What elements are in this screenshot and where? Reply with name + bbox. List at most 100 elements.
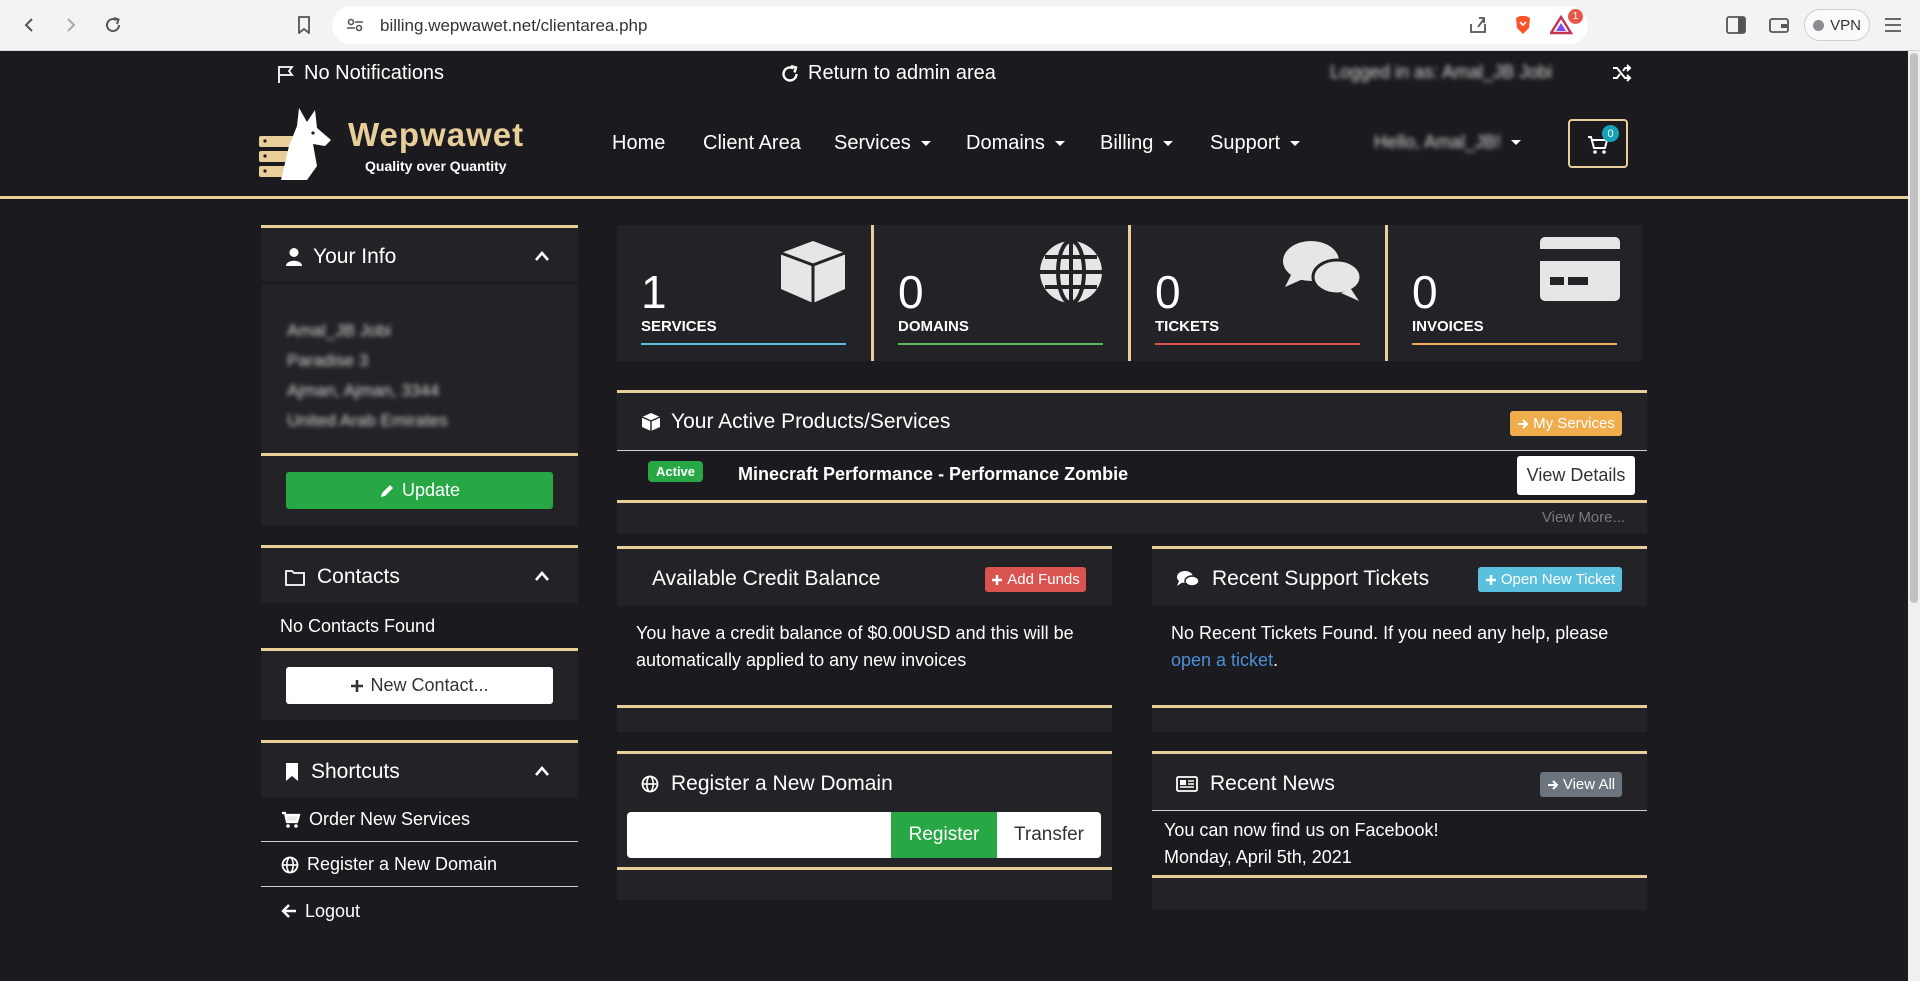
vpn-button[interactable]: VPN xyxy=(1804,9,1870,41)
notifications-label: No Notifications xyxy=(304,62,445,84)
newspaper-icon xyxy=(1176,776,1198,792)
contacts-footer: New Contact... xyxy=(261,651,578,720)
shuffle-icon[interactable] xyxy=(1612,64,1632,82)
wallet-icon[interactable] xyxy=(1767,13,1791,37)
stat-underline xyxy=(1155,343,1360,345)
your-info-title: Your Info xyxy=(313,245,397,268)
site-settings-icon[interactable] xyxy=(346,16,364,34)
credit-card-icon xyxy=(1540,237,1620,301)
transfer-button[interactable]: Transfer xyxy=(997,812,1101,858)
your-info-address: Amal_JB Jobi Paradise 3 Ajman, Ajman, 33… xyxy=(287,316,448,436)
support-tickets-body: No Recent Tickets Found. If you need any… xyxy=(1152,606,1647,705)
credit-balance-panel: Available Credit Balance Add Funds xyxy=(617,546,1112,606)
notifications-link[interactable]: No Notifications xyxy=(276,62,444,85)
open-new-ticket-label: Open New Ticket xyxy=(1500,571,1616,588)
stat-value: 0 xyxy=(1412,266,1438,318)
nav-user-label: Hello, Amal_JB! xyxy=(1374,132,1502,152)
product-row[interactable]: Active Minecraft Performance - Performan… xyxy=(617,450,1647,500)
return-admin-label: Return to admin area xyxy=(808,62,996,84)
nav-domains-label: Domains xyxy=(966,132,1045,154)
register-domain-panel: Register a New Domain Register Transfer xyxy=(617,751,1112,900)
shortcuts-panel: Shortcuts xyxy=(261,740,578,798)
reload-icon[interactable] xyxy=(101,13,125,37)
open-new-ticket-button[interactable]: Open New Ticket xyxy=(1478,567,1622,592)
logo[interactable] xyxy=(259,106,339,182)
cart-count-badge: 0 xyxy=(1602,125,1619,142)
new-contact-button[interactable]: New Contact... xyxy=(286,667,553,704)
vpn-status-icon xyxy=(1813,19,1825,31)
arrow-right-icon xyxy=(1547,779,1559,790)
nav-client-area[interactable]: Client Area xyxy=(703,132,801,155)
view-all-button[interactable]: View All xyxy=(1540,772,1622,797)
contacts-header[interactable]: Contacts xyxy=(285,565,400,589)
forward-icon[interactable] xyxy=(58,13,82,37)
cart-button[interactable]: 0 xyxy=(1568,119,1628,168)
stat-invoices[interactable]: 0 INVOICES xyxy=(1388,225,1642,361)
back-icon[interactable] xyxy=(18,13,42,37)
chevron-up-icon[interactable] xyxy=(534,570,550,582)
update-label: Update xyxy=(401,480,461,500)
vpn-label: VPN xyxy=(1830,16,1861,34)
nav-billing[interactable]: Billing xyxy=(1100,132,1174,155)
news-item[interactable]: You can now find us on Facebook! Monday,… xyxy=(1152,810,1647,875)
nav-home-label: Home xyxy=(612,132,666,154)
shortcut-label: Order New Services xyxy=(309,809,471,829)
chevron-up-icon[interactable] xyxy=(534,250,550,262)
domain-search-input[interactable] xyxy=(627,812,891,858)
add-funds-button[interactable]: Add Funds xyxy=(985,567,1086,592)
stat-services[interactable]: 1 SERVICES xyxy=(617,225,871,361)
shortcuts-header[interactable]: Shortcuts xyxy=(285,760,400,784)
shortcut-order-services[interactable]: Order New Services xyxy=(261,798,578,842)
globe-icon xyxy=(641,775,659,793)
address-bar[interactable]: billing.wepwawet.net/clientarea.php 1 xyxy=(332,6,1588,44)
my-services-label: My Services xyxy=(1533,415,1615,432)
arrow-left-icon xyxy=(281,904,296,918)
active-products-panel: Your Active Products/Services My Service… xyxy=(617,390,1647,450)
nav-support[interactable]: Support xyxy=(1210,132,1301,155)
active-products-title: Your Active Products/Services xyxy=(671,410,951,433)
plus-icon xyxy=(992,574,1003,585)
add-funds-label: Add Funds xyxy=(1007,571,1080,588)
nav-services-label: Services xyxy=(834,132,911,154)
nav-services[interactable]: Services xyxy=(834,132,931,155)
register-button[interactable]: Register xyxy=(891,812,997,858)
stat-domains[interactable]: 0 DOMAINS xyxy=(874,225,1128,361)
nav-domains[interactable]: Domains xyxy=(966,132,1065,155)
sidebar-toggle-icon[interactable] xyxy=(1724,13,1748,37)
open-ticket-link[interactable]: open a ticket xyxy=(1171,650,1273,670)
nav-home[interactable]: Home xyxy=(612,132,665,155)
status-badge: Active xyxy=(648,461,704,482)
comments-icon xyxy=(1177,571,1200,587)
update-button[interactable]: Update xyxy=(286,472,553,509)
share-icon[interactable] xyxy=(1468,15,1488,35)
view-more-footer: View More... xyxy=(617,503,1647,533)
pencil-icon xyxy=(380,484,393,497)
globe-icon xyxy=(281,856,299,873)
brave-shields-icon[interactable] xyxy=(1512,14,1534,36)
logged-in-text: Logged in as: Amal_JB Jobi xyxy=(1330,62,1553,82)
view-details-button[interactable]: View Details xyxy=(1517,456,1635,495)
brand-tagline: Quality over Quantity xyxy=(365,158,507,174)
scrollbar-thumb[interactable] xyxy=(1910,53,1918,603)
browser-toolbar: billing.wepwawet.net/clientarea.php 1 VP… xyxy=(0,0,1920,51)
bookmark-icon[interactable] xyxy=(292,13,316,37)
shortcut-logout[interactable]: Logout xyxy=(261,888,578,934)
rewards-badge: 1 xyxy=(1568,9,1583,24)
stat-tickets[interactable]: 0 TICKETS xyxy=(1131,225,1385,361)
active-products-header: Your Active Products/Services xyxy=(641,410,950,434)
url-text[interactable]: billing.wepwawet.net/clientarea.php xyxy=(380,16,647,36)
folder-icon xyxy=(285,569,305,586)
chevron-up-icon[interactable] xyxy=(534,765,550,777)
nav-user-menu[interactable]: Hello, Amal_JB! xyxy=(1374,132,1522,153)
contacts-title: Contacts xyxy=(317,565,400,588)
shortcut-register-domain[interactable]: Register a New Domain xyxy=(261,843,578,887)
view-more-link[interactable]: View More... xyxy=(1542,509,1625,526)
stat-label: TICKETS xyxy=(1155,318,1220,335)
your-info-header[interactable]: Your Info xyxy=(285,245,396,269)
cube-icon xyxy=(641,413,661,431)
menu-icon[interactable] xyxy=(1881,13,1905,37)
my-services-button[interactable]: My Services xyxy=(1510,411,1622,436)
shortcut-label: Logout xyxy=(305,900,361,921)
return-admin-link[interactable]: Return to admin area xyxy=(780,62,996,85)
info-line-city: Ajman, Ajman, 3344 xyxy=(287,381,440,400)
